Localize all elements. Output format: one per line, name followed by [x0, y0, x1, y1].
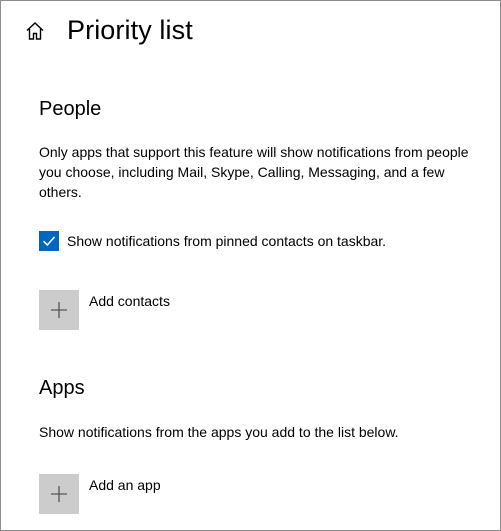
home-button[interactable] [23, 19, 47, 43]
add-contacts-tile[interactable] [39, 290, 79, 330]
add-app-label: Add an app [89, 477, 161, 493]
pinned-contacts-checkbox-row[interactable]: Show notifications from pinned contacts … [39, 230, 386, 252]
page-header: Priority list [1, 1, 500, 63]
people-description: Only apps that support this feature will… [39, 144, 469, 200]
add-contacts-button[interactable]: Add contacts [39, 290, 170, 330]
plus-icon [51, 302, 67, 318]
apps-section-title: Apps [39, 377, 85, 399]
apps-description: Show notifications from the apps you add… [39, 424, 399, 440]
people-section-title: People [39, 98, 102, 120]
plus-icon [51, 486, 67, 502]
add-app-tile[interactable] [39, 474, 79, 514]
home-icon [26, 22, 44, 40]
add-app-button[interactable]: Add an app [39, 474, 161, 514]
page-title: Priority list [67, 15, 193, 45]
add-contacts-label: Add contacts [89, 293, 170, 309]
pinned-contacts-label: Show notifications from pinned contacts … [67, 233, 387, 249]
pinned-contacts-checkbox[interactable] [39, 231, 59, 251]
settings-window: Priority list People Only apps that supp… [0, 0, 501, 531]
checkmark-icon [42, 236, 56, 247]
